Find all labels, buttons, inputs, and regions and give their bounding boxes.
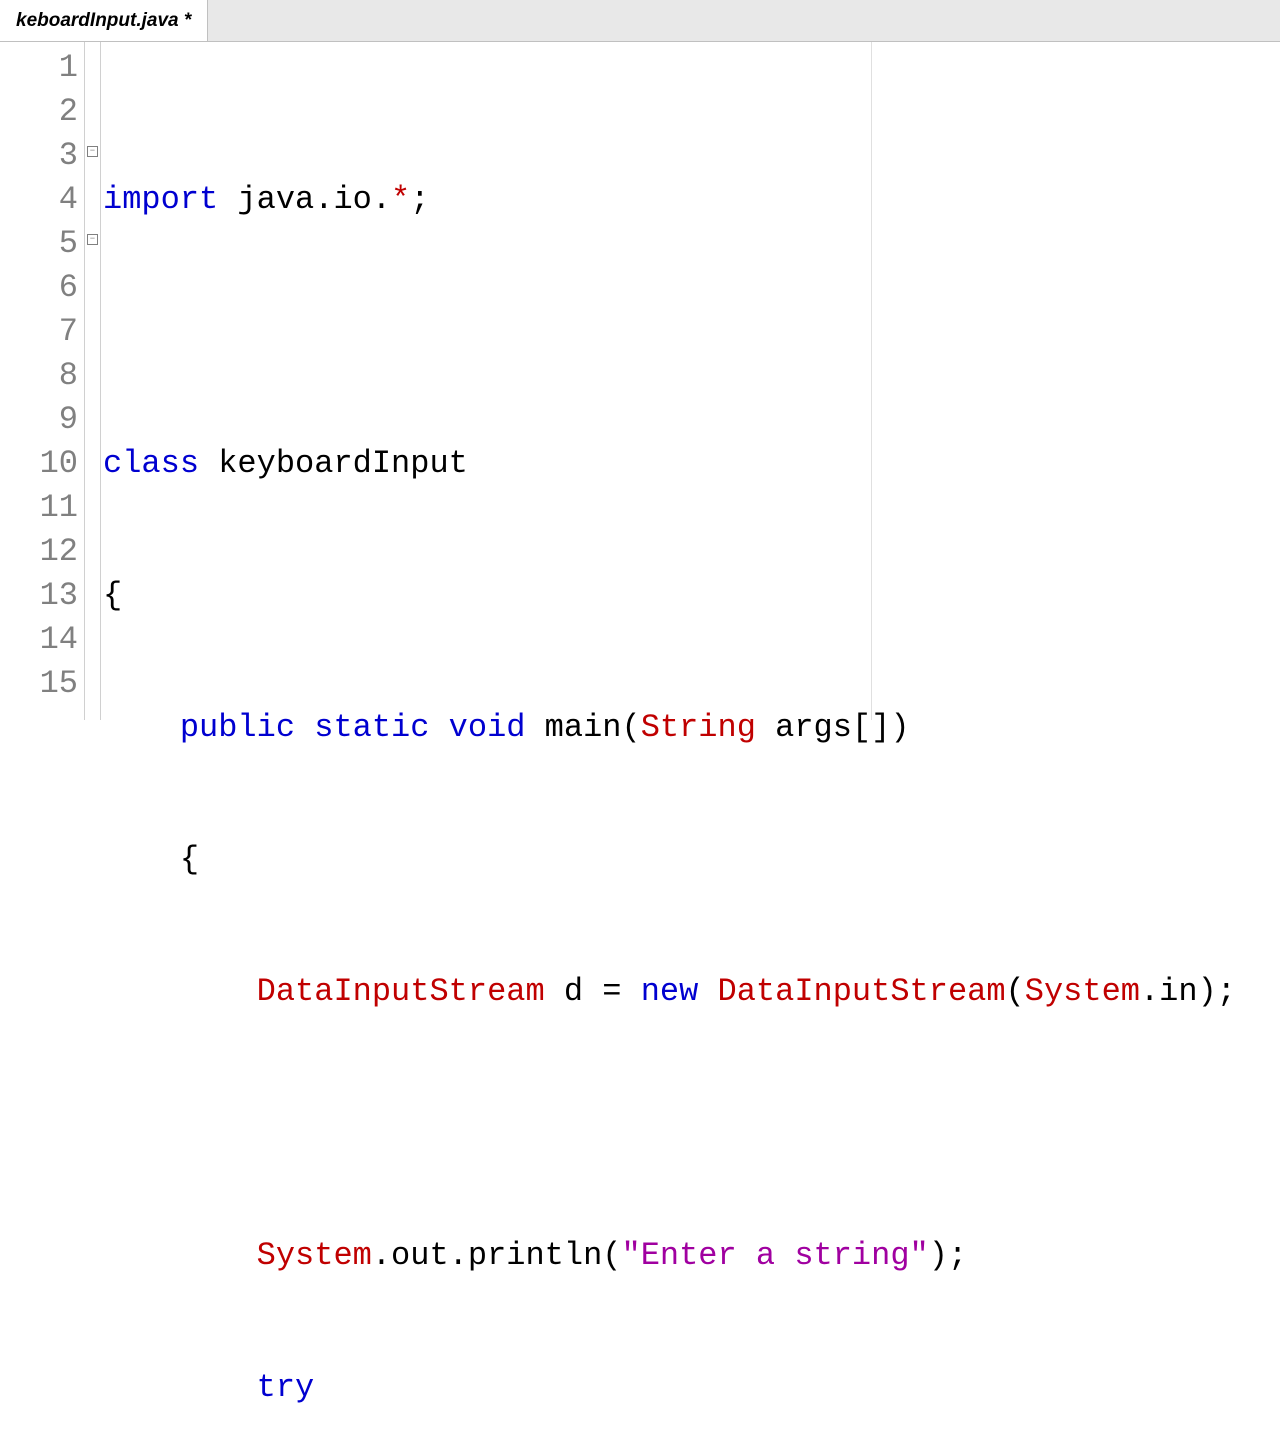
code-line[interactable]: public static void main(String args[]) bbox=[103, 706, 1280, 750]
tab-bar: keboardInput.java * bbox=[0, 0, 1280, 42]
code-line[interactable]: import java.io.*; bbox=[103, 178, 1280, 222]
code-line[interactable] bbox=[103, 1102, 1280, 1146]
code-line[interactable]: System.out.println("Enter a string"); bbox=[103, 1234, 1280, 1278]
file-tab[interactable]: keboardInput.java * bbox=[0, 0, 208, 41]
line-number: 5 bbox=[0, 222, 78, 266]
code-line[interactable]: DataInputStream d = new DataInputStream(… bbox=[103, 970, 1280, 1014]
line-number: 4 bbox=[0, 178, 78, 222]
line-gutter: 1 2 3 4 5 6 7 8 9 10 11 12 13 14 15 bbox=[0, 42, 85, 720]
code-line[interactable]: try bbox=[103, 1366, 1280, 1410]
line-number: 2 bbox=[0, 90, 78, 134]
code-line[interactable]: { bbox=[103, 838, 1280, 882]
fold-toggle-icon[interactable]: − bbox=[87, 234, 98, 245]
line-number: 7 bbox=[0, 310, 78, 354]
code-line[interactable] bbox=[103, 310, 1280, 354]
line-number: 1 bbox=[0, 46, 78, 90]
fold-toggle-icon[interactable]: − bbox=[87, 146, 98, 157]
line-number: 8 bbox=[0, 354, 78, 398]
line-number: 15 bbox=[0, 662, 78, 706]
code-area[interactable]: import java.io.*; class keyboardInput { … bbox=[101, 42, 1280, 720]
line-number: 10 bbox=[0, 442, 78, 486]
line-number: 11 bbox=[0, 486, 78, 530]
line-number: 3 bbox=[0, 134, 78, 178]
editor-area: 1 2 3 4 5 6 7 8 9 10 11 12 13 14 15 − − … bbox=[0, 42, 1280, 720]
line-number: 12 bbox=[0, 530, 78, 574]
line-number: 14 bbox=[0, 618, 78, 662]
code-line[interactable]: { bbox=[103, 574, 1280, 618]
line-number: 6 bbox=[0, 266, 78, 310]
print-margin bbox=[871, 42, 872, 720]
fold-column: − − bbox=[85, 42, 101, 720]
line-number: 9 bbox=[0, 398, 78, 442]
line-number: 13 bbox=[0, 574, 78, 618]
code-line[interactable]: class keyboardInput bbox=[103, 442, 1280, 486]
